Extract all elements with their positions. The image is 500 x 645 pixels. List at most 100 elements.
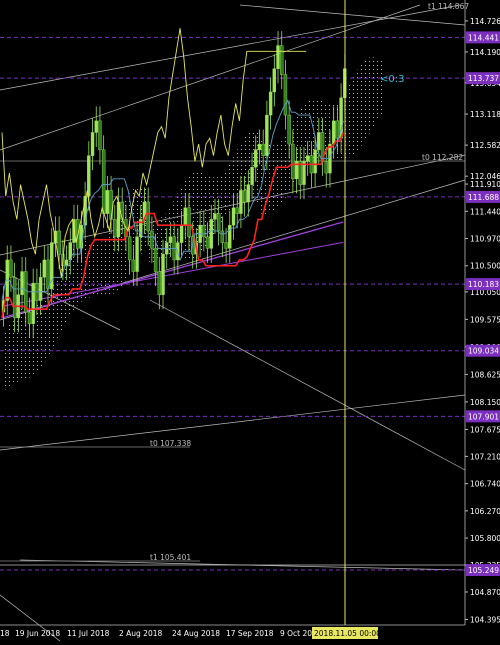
candle-body [101, 149, 106, 214]
candle-body [183, 207, 187, 226]
candle-body [27, 311, 32, 324]
candle-body [313, 149, 317, 174]
candle-body [291, 143, 295, 180]
candle-body [127, 236, 132, 261]
candle-body [272, 68, 277, 93]
candle-body [224, 242, 228, 249]
candle-body [153, 248, 158, 272]
candle-body [216, 213, 221, 232]
y-tick-label: 104.395 [470, 615, 500, 624]
y-tick-label: 111.910 [470, 180, 500, 189]
x-tick-label: 2 Aug 2018 [119, 629, 162, 638]
candle-body [64, 259, 69, 266]
candle-body [265, 114, 269, 156]
candle-body [283, 74, 288, 116]
candle-body [150, 230, 154, 249]
candle-body [31, 282, 35, 324]
candle-body [113, 219, 117, 237]
candle-body [90, 132, 95, 156]
y-tick-label: 107.210 [470, 452, 500, 461]
candle-body [94, 120, 98, 133]
x-tick-label: 18 [0, 629, 10, 638]
candle-body [250, 167, 254, 185]
price-tag-label: 111.688 [468, 193, 499, 202]
y-tick-label: 104.870 [470, 588, 500, 597]
candle-body [46, 259, 50, 290]
candle-body [98, 120, 102, 151]
y-tick-label: 108.625 [470, 370, 500, 379]
y-tick-label: 108.150 [470, 398, 500, 407]
annotation-t1-low: t1 105.401 [150, 553, 191, 562]
price-tag-label: 110.183 [468, 280, 499, 289]
price-tag-label: 109.034 [468, 347, 499, 356]
candle-body [135, 236, 139, 272]
x-tick-label: 19 Jun 2018 [15, 629, 60, 638]
candle-body [287, 114, 291, 145]
y-tick-label: 113.118 [470, 110, 500, 119]
candle-body [276, 45, 280, 69]
y-tick-label: 114.726 [470, 17, 500, 26]
candle-body [220, 230, 225, 243]
annotation-t0-low: t0 107.338 [150, 439, 191, 448]
candle-body [305, 155, 310, 162]
candle-body [231, 207, 236, 226]
chart-canvas: 114.726114.190113.654113.118112.582112.0… [0, 0, 500, 642]
candle-body [187, 207, 191, 237]
y-tick-label: 112.582 [470, 141, 500, 150]
y-tick-label: 105.800 [470, 534, 500, 543]
candle-body [168, 236, 173, 243]
x-tick-label: 17 Sep 2018 [226, 629, 274, 638]
y-tick-label: 110.500 [470, 262, 500, 271]
y-tick-label: 106.740 [470, 480, 500, 489]
candle-body [261, 143, 265, 156]
x-tick-label: 9 Oct 20 [280, 629, 312, 638]
annotation-timer: <0:3 [380, 74, 404, 85]
candle-body [268, 91, 273, 116]
candle-body [202, 224, 206, 237]
price-tag-label: 105.249 [468, 566, 499, 575]
candle-body [20, 271, 24, 295]
y-tick-label: 114.190 [470, 48, 500, 57]
x-tick-label: 11 Jul 2018 [67, 629, 110, 638]
candle-body [87, 155, 91, 197]
y-tick-label: 106.270 [470, 507, 500, 516]
candle-body [146, 201, 150, 232]
price-tag-label: 114.441 [468, 33, 499, 42]
y-tick-label: 110.970 [470, 235, 500, 244]
candle-body [235, 207, 239, 214]
candle-body [331, 120, 336, 145]
candle-body [254, 149, 258, 168]
candle-body [280, 45, 284, 75]
candle-body [120, 201, 124, 220]
cursor-date-label: 2018.11.05 00:00 [314, 629, 381, 638]
candle-body [12, 277, 17, 319]
y-tick-label: 109.575 [470, 315, 500, 324]
candle-body [161, 253, 165, 295]
candle-body [257, 143, 262, 151]
price-tag-label: 113.737 [468, 74, 499, 83]
y-tick-label: 107.675 [470, 425, 500, 434]
chart-background [0, 0, 500, 641]
candle-body [317, 132, 321, 151]
y-tick-label: 111.440 [470, 207, 500, 216]
candle-body [131, 259, 136, 272]
candle-body [157, 271, 162, 295]
candle-body [42, 259, 47, 278]
annotation-t0-high: t0 112.282 [422, 153, 463, 162]
candle-body [109, 190, 113, 220]
candle-body [242, 190, 247, 203]
candle-body [9, 259, 13, 278]
candle-body [335, 120, 340, 139]
candle-body [239, 190, 243, 214]
candle-body [213, 213, 217, 220]
candle-body [324, 161, 328, 174]
candle-body [246, 184, 251, 203]
price-tag-label: 107.901 [468, 412, 499, 421]
candle-body [38, 277, 43, 301]
candle-body [105, 190, 110, 214]
candle-body [57, 230, 61, 255]
candle-body [209, 219, 213, 249]
chart: 114.726114.190113.654113.118112.582112.0… [0, 0, 500, 642]
candle-body [205, 236, 210, 249]
candle-body [179, 224, 184, 243]
